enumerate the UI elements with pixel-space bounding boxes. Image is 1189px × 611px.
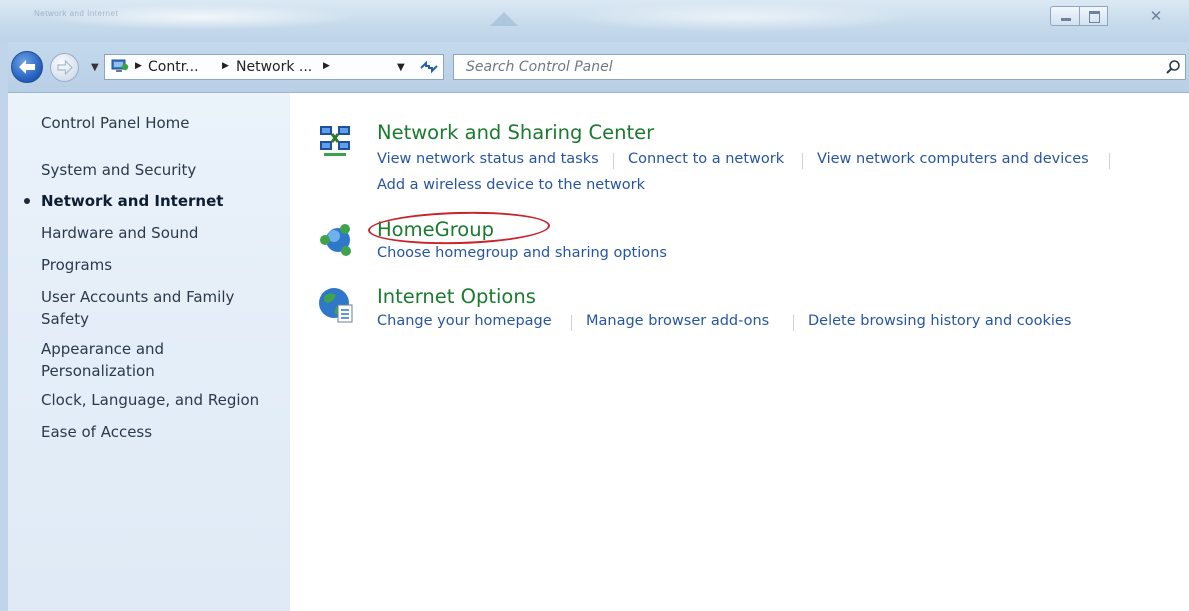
navigation-bar: ▼ ▶ Contr... ▶ Network ... ▶ ▼ Search Co…	[0, 42, 1189, 93]
sidebar-item-ease-of-access[interactable]: Ease of Access	[41, 421, 152, 443]
maximize-button[interactable]	[1079, 6, 1108, 26]
sidebar-item-system-security[interactable]: System and Security	[41, 159, 196, 181]
active-bullet	[24, 198, 30, 204]
breadcrumb-control-panel[interactable]: Contr...	[148, 59, 199, 75]
address-dropdown-icon[interactable]: ▼	[397, 62, 405, 73]
sidebar-item-control-panel-home[interactable]: Control Panel Home	[41, 112, 190, 134]
change-homepage-link[interactable]: Change your homepage	[377, 313, 552, 329]
sidebar-item-appearance-line2[interactable]: Personalization	[41, 360, 155, 382]
network-sharing-center-title[interactable]: Network and Sharing Center	[377, 121, 654, 144]
sidebar-item-appearance[interactable]: Appearance and	[41, 338, 164, 360]
window-frame	[0, 42, 8, 611]
choose-homegroup-link[interactable]: Choose homegroup and sharing options	[377, 245, 667, 261]
link-divider	[802, 153, 803, 169]
search-placeholder: Search Control Panel	[466, 59, 613, 75]
sidebar-item-programs[interactable]: Programs	[41, 254, 112, 276]
forward-arrow-icon	[57, 59, 73, 76]
view-network-computers-link[interactable]: View network computers and devices	[817, 151, 1089, 167]
control-panel-icon	[111, 59, 129, 72]
link-divider	[571, 315, 572, 331]
title-bar: Network and Internet ✕	[0, 0, 1189, 42]
close-button[interactable]: ✕	[1138, 6, 1174, 26]
breadcrumb-network[interactable]: Network ...	[236, 59, 312, 75]
search-input[interactable]: Search Control Panel	[453, 54, 1186, 80]
view-network-status-link[interactable]: View network status and tasks	[377, 151, 599, 167]
link-divider	[1109, 153, 1110, 169]
recent-pages-dropdown-icon[interactable]: ▼	[91, 62, 99, 73]
connect-to-network-link[interactable]: Connect to a network	[628, 151, 784, 167]
title-bar-decoration	[490, 12, 518, 26]
window-title: Network and Internet	[34, 9, 119, 18]
title-bar-glow	[560, 2, 920, 32]
back-button[interactable]	[11, 51, 43, 83]
address-bar[interactable]: ▶ Contr... ▶ Network ... ▶ ▼	[104, 54, 444, 80]
breadcrumb-separator-icon[interactable]: ▶	[222, 61, 229, 71]
link-divider	[793, 315, 794, 331]
link-divider	[613, 153, 614, 169]
network-sharing-icon[interactable]	[316, 122, 356, 162]
search-icon[interactable]	[1165, 59, 1181, 75]
minimize-button[interactable]	[1050, 6, 1080, 26]
sidebar-item-hardware-sound[interactable]: Hardware and Sound	[41, 222, 198, 244]
breadcrumb-separator-icon[interactable]: ▶	[135, 61, 142, 71]
sidebar-item-clock-language-region[interactable]: Clock, Language, and Region	[41, 389, 259, 411]
forward-button[interactable]	[50, 53, 79, 82]
homegroup-icon[interactable]	[316, 220, 356, 260]
internet-options-title[interactable]: Internet Options	[377, 285, 536, 308]
sidebar-item-user-accounts-line2[interactable]: Safety	[41, 308, 89, 330]
manage-browser-addons-link[interactable]: Manage browser add-ons	[586, 313, 769, 329]
add-wireless-device-link[interactable]: Add a wireless device to the network	[377, 177, 645, 193]
internet-options-icon[interactable]	[316, 285, 356, 325]
close-icon: ✕	[1149, 7, 1163, 25]
sidebar-item-user-accounts[interactable]: User Accounts and Family	[41, 286, 234, 308]
back-arrow-icon	[19, 60, 35, 74]
refresh-icon[interactable]	[418, 58, 440, 76]
breadcrumb-separator-icon[interactable]: ▶	[323, 61, 330, 71]
main-content	[290, 93, 1189, 611]
sidebar-item-network-internet[interactable]: Network and Internet	[41, 190, 223, 212]
delete-browsing-history-link[interactable]: Delete browsing history and cookies	[808, 313, 1071, 329]
